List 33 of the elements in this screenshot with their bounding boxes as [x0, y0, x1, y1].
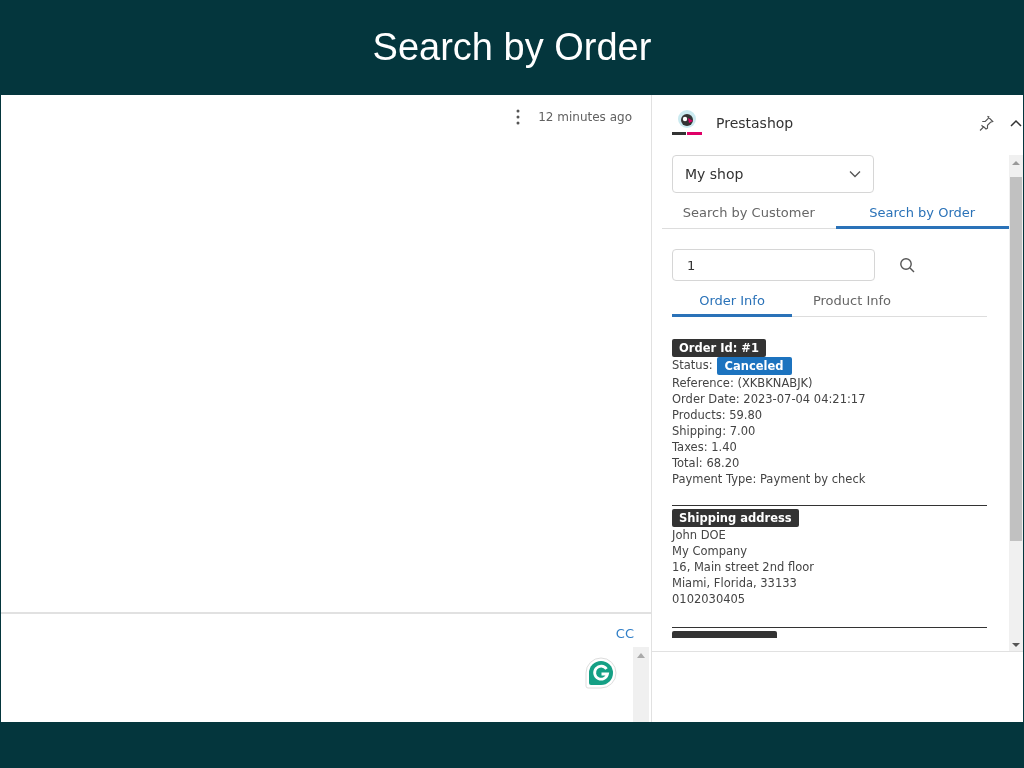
search-tab[interactable]: Search by Customer [662, 197, 836, 229]
order-id-label: Order Id: #1 [672, 339, 766, 357]
order-detail: Taxes: 1.40 [672, 439, 738, 455]
address-line: My Company [672, 543, 749, 559]
shop-select[interactable]: My shop [672, 155, 874, 193]
panel-title: Prestashop [716, 115, 795, 131]
chevron-down-icon[interactable] [849, 170, 861, 178]
banner-title: Search by Order [372, 26, 652, 69]
address-line: 16, Main street 2nd floor [672, 559, 815, 575]
pin-icon[interactable] [977, 114, 995, 132]
puffin-logo-icon [670, 109, 704, 137]
order-detail: Total: 68.20 [672, 455, 741, 471]
order-detail: Order Date: 2023-07-04 04:21:17 [672, 391, 867, 407]
order-detail: Shipping: 7.00 [672, 423, 757, 439]
grammarly-icon[interactable] [585, 657, 617, 689]
scrollbar[interactable] [633, 647, 649, 722]
order-detail: Payment Type: Payment by check [672, 471, 867, 487]
scrollbar[interactable] [1009, 155, 1023, 651]
info-tab[interactable]: Product Info [792, 287, 912, 317]
status-label: Status: [672, 357, 713, 373]
address-line: John DOE [672, 527, 727, 543]
order-detail: Products: 59.80 [672, 407, 764, 423]
info-tab[interactable]: Order Info [672, 287, 792, 317]
address-line: Miami, Florida, 33133 [672, 575, 798, 591]
status-badge: Canceled [716, 357, 792, 375]
cc-link[interactable]: CC [615, 626, 634, 641]
more-icon[interactable] [516, 109, 521, 125]
message-time: 12 minutes ago [538, 110, 632, 124]
shipping-address-label: Shipping address [672, 509, 799, 527]
search-icon[interactable] [899, 257, 915, 273]
order-id-field[interactable]: 1 [672, 249, 875, 281]
address-line: 0102030405 [672, 591, 747, 607]
order-detail: Reference: (XKBKNABJK) [672, 375, 814, 391]
